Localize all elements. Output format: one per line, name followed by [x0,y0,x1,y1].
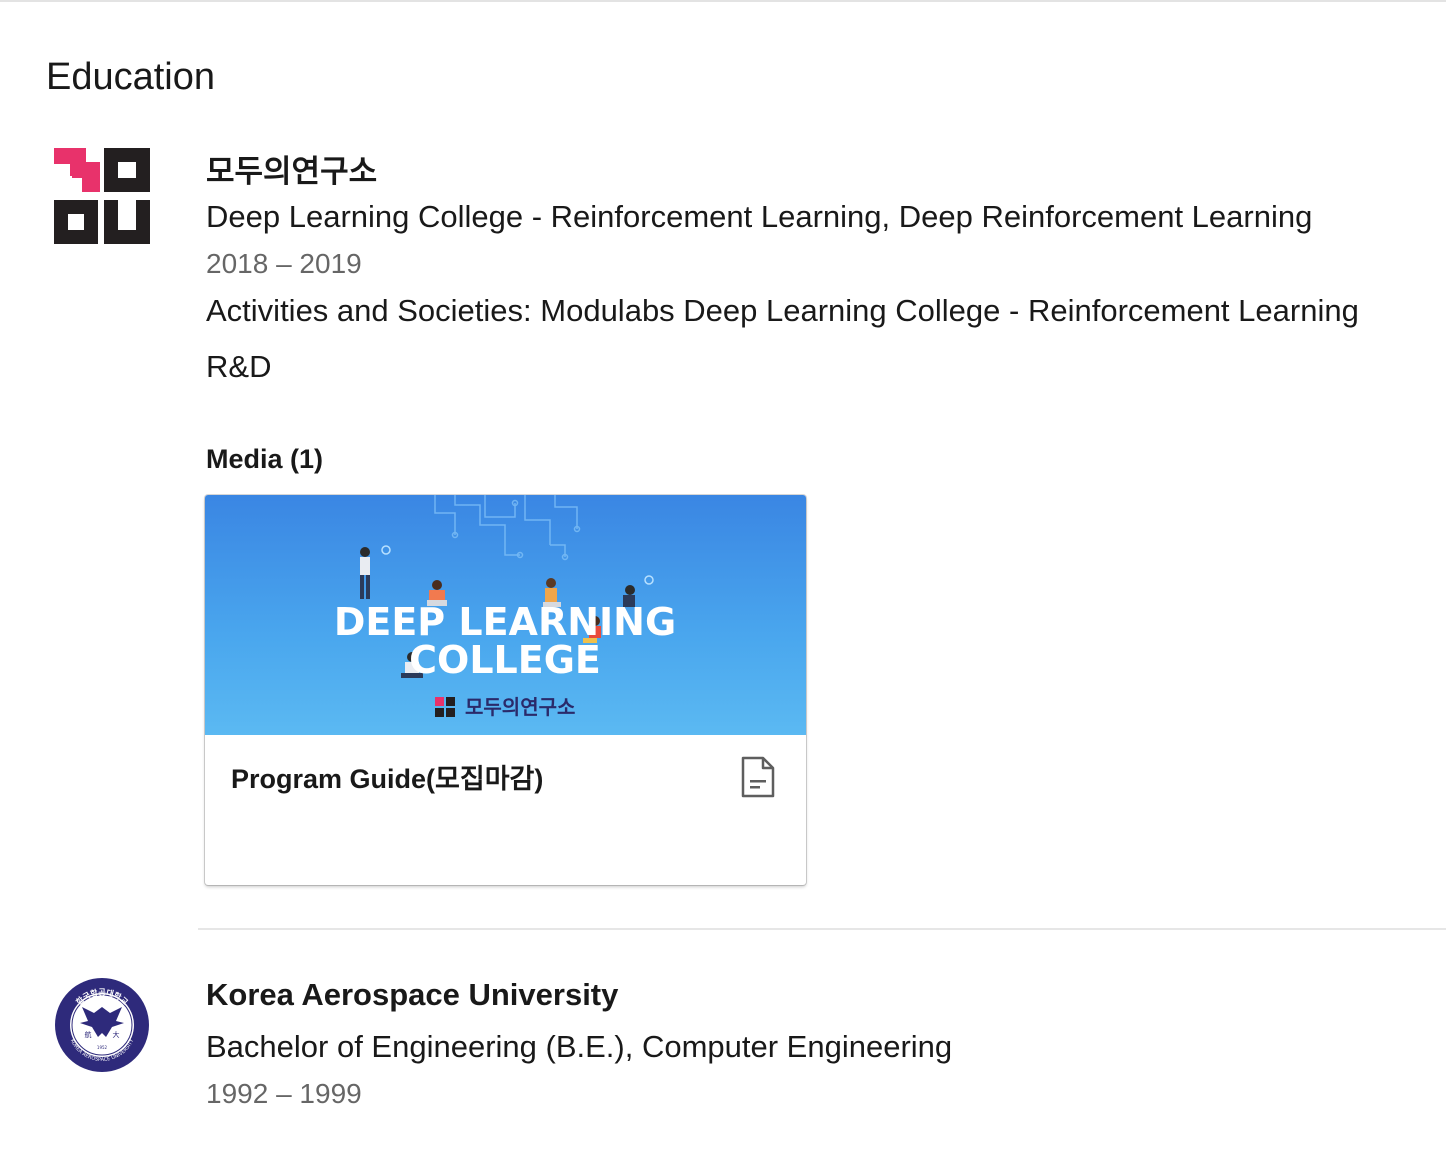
school-name[interactable]: Korea Aerospace University [206,977,618,1013]
media-title[interactable]: Program Guide(모집마감) [231,757,543,796]
media-card-program-guide[interactable]: DEEP LEARNING COLLEGE 모두의연구소 [205,495,806,885]
description-text: R&D [206,349,272,384]
circuit-brain-graphic [434,495,581,561]
modulabs-logo[interactable] [54,148,150,244]
degree-field: Deep Learning College - Reinforcement Le… [206,199,1313,234]
seal-year: 1952 [97,1045,108,1050]
thumbnail-title-line2: COLLEGE [409,638,601,682]
school-name[interactable]: 모두의연구소 [206,146,377,191]
top-divider [0,0,1446,2]
degree-field: Bachelor of Engineering (B.E.), Computer… [206,1029,953,1064]
media-heading: Media (1) [206,444,324,474]
date-range: 1992 – 1999 [206,1078,362,1109]
activities-text: Activities and Societies: Modulabs Deep … [206,293,1359,328]
section-title: Education [46,56,216,98]
thumbnail-illustration: DEEP LEARNING COLLEGE 모두의연구소 [334,495,676,719]
date-range: 2018 – 2019 [206,248,362,279]
svg-text:大: 大 [113,1030,120,1039]
thumbnail-brand-logo [435,697,455,717]
thumbnail-brand-name: 모두의연구소 [465,695,575,719]
media-thumbnail[interactable]: DEEP LEARNING COLLEGE 모두의연구소 [205,495,806,735]
svg-text:航: 航 [85,1030,92,1039]
kau-seal-logo[interactable]: 航 大 1952 한국항공대학교 KOREA AEROSPACE UNIVERS… [54,977,150,1073]
entry-divider [198,928,1446,930]
document-icon [741,756,775,798]
